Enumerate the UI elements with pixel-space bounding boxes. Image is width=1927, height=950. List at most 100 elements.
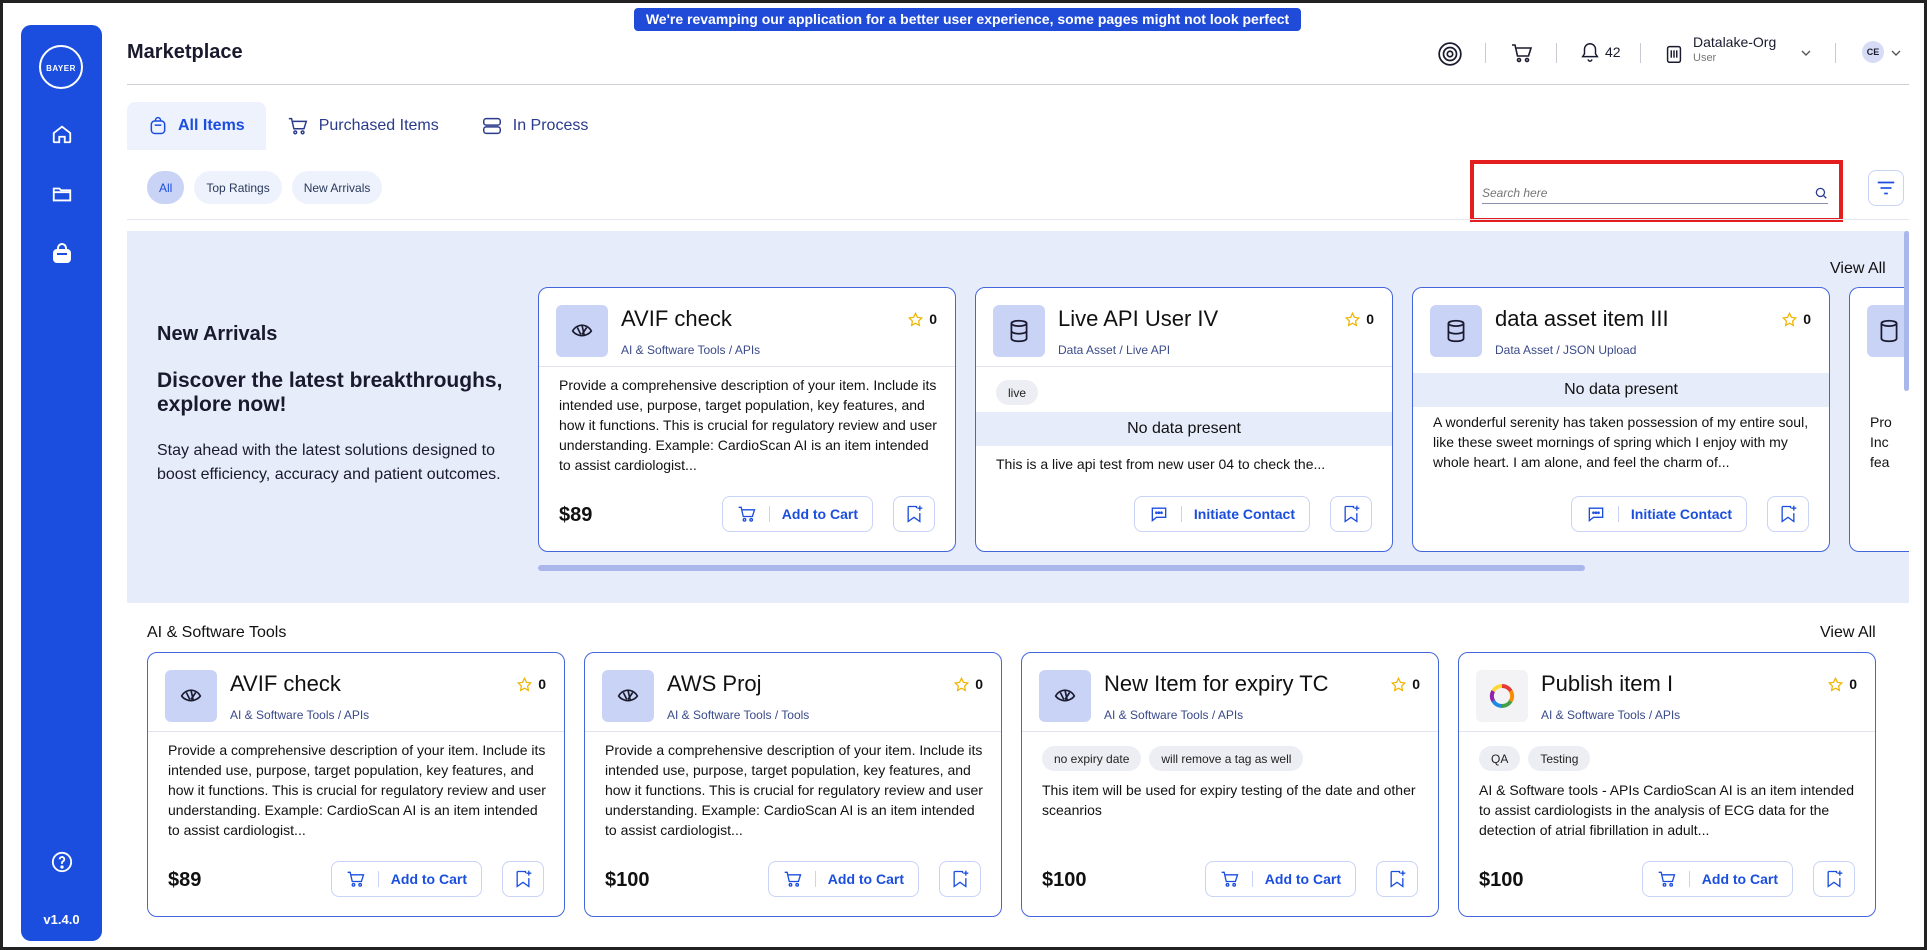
product-title[interactable]: AWS Proj [667,671,762,697]
product-card[interactable]: Publish item I AI & Software Tools / API… [1458,652,1876,917]
bookmark-button[interactable] [939,861,981,897]
button-divider [1180,506,1182,522]
tab-bar: All Items Purchased Items In Process [127,102,609,150]
search-icon[interactable] [1814,186,1828,200]
avatar[interactable]: CE [1862,41,1884,63]
card-divider [148,731,564,732]
product-description: AI & Software tools - APIs CardioScan AI… [1479,782,1855,838]
bookmark-button[interactable] [893,496,935,532]
product-icon [1476,670,1528,722]
help-icon [51,851,73,873]
cart-icon [288,117,307,135]
bayer-logo[interactable]: BAYER [39,45,83,89]
header-divider-line [127,84,1909,85]
add-to-cart-button[interactable]: Add to Cart [767,861,919,897]
tab-all-items[interactable]: All Items [127,102,266,150]
product-card-partial[interactable]: Pro Inc fea [1849,287,1909,552]
product-icon [556,305,608,357]
product-card[interactable]: Live API User IV Data Asset / Live API 0… [975,287,1393,552]
settings-button[interactable] [1437,41,1463,67]
bookmark-add-icon [953,870,969,888]
view-all-ai-tools-link[interactable]: View All [1820,624,1876,642]
cart-button[interactable] [1510,41,1534,65]
card-divider [1459,731,1875,732]
tag-chip: live [996,380,1039,405]
initiate-contact-button[interactable]: Initiate Contact [1570,496,1747,532]
product-rating: 0 [1782,311,1811,327]
product-title[interactable]: data asset item III [1495,306,1669,332]
filter-chip-top-ratings[interactable]: Top Ratings [194,171,282,204]
vertical-scrollbar[interactable] [1904,231,1909,391]
button-label: Initiate Contact [1193,506,1295,522]
bookmark-button[interactable] [1813,861,1855,897]
button-divider [1688,871,1690,887]
product-card[interactable]: New Item for expiry TC AI & Software Too… [1021,652,1439,917]
sidebar-item-folder[interactable] [49,181,75,207]
bookmark-button[interactable] [502,861,544,897]
bookmark-button[interactable] [1376,861,1418,897]
horizontal-scrollbar[interactable] [538,565,1585,571]
sidebar: BAYER v1.4.0 [21,25,102,941]
product-card[interactable]: data asset item III Data Asset / JSON Up… [1412,287,1830,552]
user-menu-dropdown[interactable] [1888,45,1904,61]
logo-text: BAYER [46,64,76,73]
bookmark-button[interactable] [1767,496,1809,532]
tag-chip: no expiry date [1042,746,1142,771]
sidebar-item-marketplace[interactable] [49,241,75,267]
ai-brain-icon [1054,689,1076,702]
product-title[interactable]: Publish item I [1541,671,1673,697]
bookmark-add-icon [907,505,923,523]
header-divider [1485,43,1486,63]
add-to-cart-button[interactable]: Add to Cart [721,496,873,532]
product-title[interactable]: New Item for expiry TC [1104,671,1329,697]
search-highlight [1470,160,1843,222]
home-icon [52,125,72,144]
product-icon [602,670,654,722]
tab-purchased-items[interactable]: Purchased Items [266,102,460,150]
bag-icon [150,116,166,135]
filter-button[interactable] [1868,170,1904,206]
product-tags: live [996,380,1039,405]
tag-chip: QA [1479,746,1521,771]
product-rating: 0 [1391,676,1420,692]
view-all-new-arrivals-link[interactable]: View All [1830,260,1886,278]
rating-value: 0 [1366,311,1374,327]
product-card[interactable]: AWS Proj AI & Software Tools / Tools 0 P… [584,652,1002,917]
bookmark-button[interactable] [1330,496,1372,532]
new-arrivals-description: Stay ahead with the latest solutions des… [157,442,501,483]
rating-value: 0 [1803,311,1811,327]
product-card[interactable]: AVIF check AI & Software Tools / APIs 0 … [538,287,956,552]
database-icon [1010,319,1028,343]
org-dropdown[interactable] [1798,45,1814,61]
button-label: Add to Cart [390,871,467,887]
organization-selector[interactable]: Datalake-Org User [1693,34,1776,64]
initiate-contact-button[interactable]: Initiate Contact [1133,496,1310,532]
tab-label: All Items [178,117,245,134]
product-title[interactable]: Live API User IV [1058,306,1218,332]
product-description: This item will be used for expiry testin… [1042,782,1416,818]
product-title[interactable]: AVIF check [230,671,341,697]
product-card[interactable]: AVIF check AI & Software Tools / APIs 0 … [147,652,565,917]
filter-chip-new-arrivals[interactable]: New Arrivals [291,171,383,204]
tab-in-process[interactable]: In Process [460,102,610,150]
star-icon [1828,676,1844,692]
add-to-cart-button[interactable]: Add to Cart [330,861,482,897]
product-rating: 0 [908,311,937,327]
product-title[interactable]: AVIF check [621,306,732,332]
filter-chip-all[interactable]: All [147,171,185,204]
add-to-cart-button[interactable]: Add to Cart [1204,861,1356,897]
search-input[interactable] [1482,185,1782,200]
building-icon [1666,45,1682,63]
sidebar-item-help[interactable] [49,849,75,875]
tab-label: In Process [512,117,589,134]
new-arrivals-section: New Arrivals Discover the latest breakth… [127,231,1909,603]
header-divider [1835,43,1836,63]
rating-value: 0 [1849,676,1857,692]
sidebar-item-home[interactable] [49,121,75,147]
button-label: Add to Cart [1701,871,1778,887]
add-to-cart-button[interactable]: Add to Cart [1641,861,1793,897]
cart-icon [1512,44,1533,63]
notifications-button[interactable]: 42 [1579,41,1621,63]
chevron-down-icon [1801,50,1811,56]
org-role: User [1693,52,1717,64]
